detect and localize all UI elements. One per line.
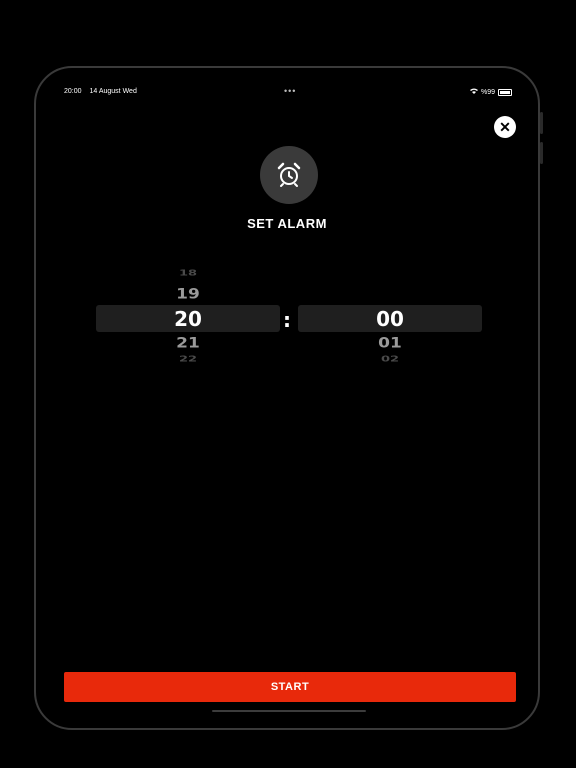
minute-picker[interactable]: 00 01 02 xyxy=(298,264,482,374)
battery-icon xyxy=(498,88,512,96)
minute-option-selected[interactable]: 00 xyxy=(298,307,482,331)
volume-button xyxy=(540,142,543,164)
hour-picker[interactable]: 18 19 20 21 22 xyxy=(96,264,280,374)
time-separator: : xyxy=(283,308,291,332)
hour-option[interactable]: 18 xyxy=(96,269,280,278)
volume-button xyxy=(540,112,543,134)
hour-option[interactable]: 19 xyxy=(96,286,280,303)
minute-option[interactable]: 01 xyxy=(298,335,482,352)
minute-option[interactable]: 02 xyxy=(298,355,482,364)
status-bar: 20:00 14 August Wed ••• %99 xyxy=(36,86,538,100)
hour-option[interactable]: 21 xyxy=(96,335,280,352)
hour-option-selected[interactable]: 20 xyxy=(96,307,280,331)
start-button[interactable]: START xyxy=(64,672,516,702)
alarm-clock-icon xyxy=(277,162,301,187)
battery-percent: %99 xyxy=(480,88,495,96)
close-icon: ✕ xyxy=(499,118,511,135)
alarm-clock-badge xyxy=(260,146,318,204)
page-title: SET ALARM xyxy=(247,216,327,231)
close-button[interactable]: ✕ xyxy=(494,116,516,138)
status-time: 20:00 xyxy=(64,88,82,95)
home-indicator[interactable] xyxy=(212,710,366,712)
multitasking-dots[interactable]: ••• xyxy=(284,86,296,96)
wifi-icon xyxy=(469,88,478,96)
device-frame: 20:00 14 August Wed ••• %99 ✕ SET ALARM … xyxy=(34,66,540,730)
status-date: 14 August Wed xyxy=(89,88,137,95)
hour-option[interactable]: 22 xyxy=(96,355,280,364)
